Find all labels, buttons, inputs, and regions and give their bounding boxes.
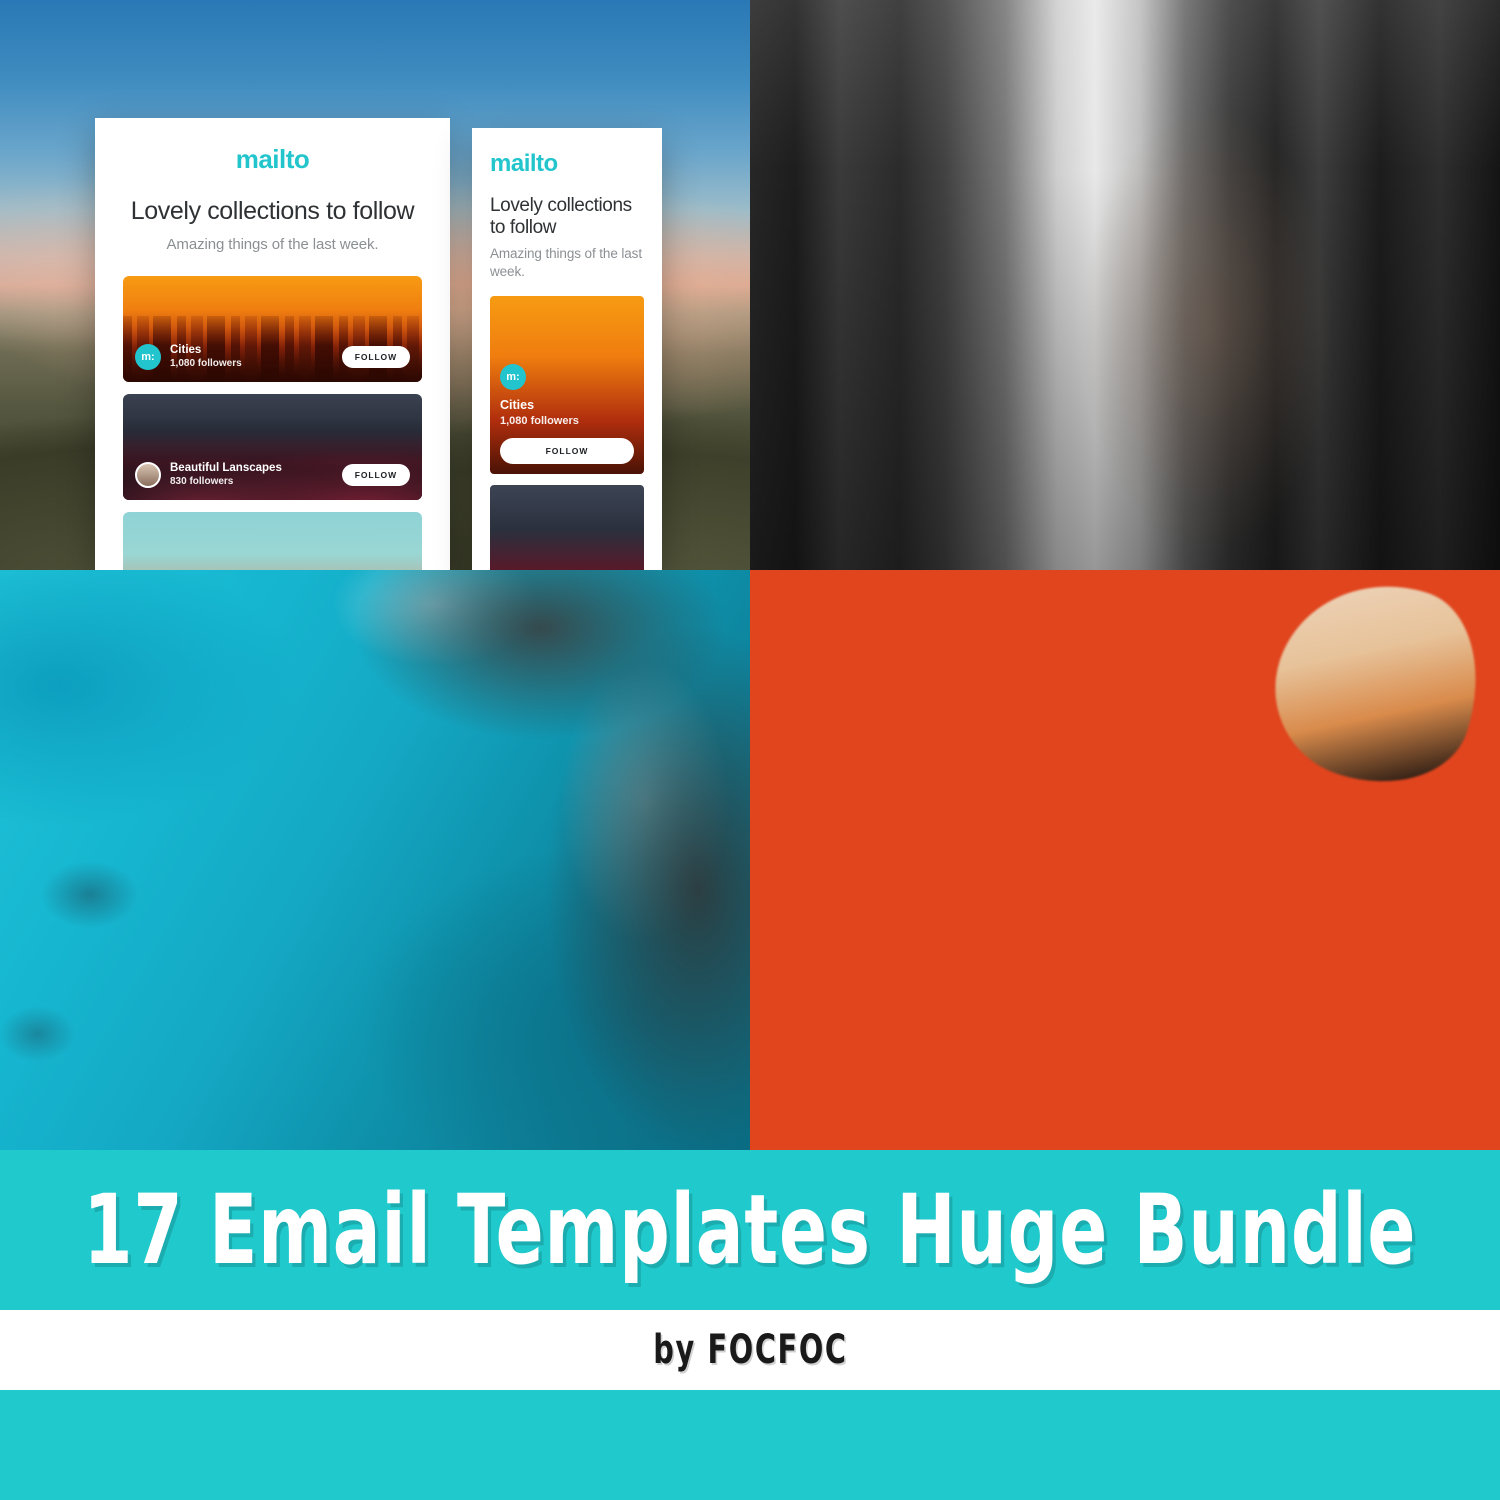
email-card-collections-desktop[interactable]: mailto Lovely collections to follow Amaz… [95,118,450,570]
quadrant-popular-posts: mailto FEB 20 — FEB 27 The most popular … [750,570,1500,1150]
follower-count: 830 followers [170,475,234,487]
collection-name: Cities [170,344,202,357]
list-item[interactable] [490,485,644,570]
banner-title: 17 Email Templates Huge Bundle [83,1174,1417,1286]
list-item[interactable]: m: Cities 1,080 followers FOLLOW [490,296,644,475]
collection-list: m: Cities 1,080 followers FOLLOW Beautif… [123,276,422,570]
follower-count: 1,080 followers [170,357,242,369]
avatar: m: [135,344,161,370]
mailto-logo: mailto [235,144,310,174]
follow-button[interactable]: FOLLOW [500,438,634,465]
quadrant-collections: mailto Lovely collections to follow Amaz… [0,0,750,570]
collection-name: Cities [500,398,535,413]
quadrant-best-practices: mailto Email marketing best practices to… [750,0,1500,570]
template-preview-grid: mailto Lovely collections to follow Amaz… [0,0,1500,1150]
page-subtitle: Amazing things of the last week. [490,246,642,279]
page-subtitle: Amazing things of the last week. [166,235,379,253]
poster: mailto Lovely collections to follow Amaz… [0,0,1500,1500]
collection-name: Beautiful Lanscapes [170,462,282,475]
list-item[interactable]: Beautiful Lanscapes 830 followers FOLLOW [123,394,422,500]
page-title: Lovely collections to follow [490,195,632,238]
urban-street-background [750,0,1500,570]
list-item[interactable] [123,512,422,570]
mailto-logo: mailto [490,150,558,177]
footer-bar [0,1390,1500,1500]
follow-button[interactable]: FOLLOW [341,346,410,368]
byline-bar: by FOCFOC [0,1310,1500,1390]
flamingo-beak-shape [1251,570,1500,808]
byline: by FOCFOC [652,1327,848,1373]
banner: 17 Email Templates Huge Bundle [0,1150,1500,1310]
page-title: Lovely collections to follow [130,197,415,225]
email-card-collections-mobile[interactable]: mailto Lovely collections to follow Amaz… [472,128,662,570]
avatar: m: [500,364,526,391]
avatar [135,462,161,488]
flamingo-background [750,570,1500,1150]
follower-count: 1,080 followers [500,415,579,428]
list-item[interactable]: m: Cities 1,080 followers FOLLOW [123,276,422,382]
turquoise-coastline-background [0,570,750,1150]
quadrant-shopping-cart: mailto Vladimir, your shopping cart miss… [0,570,750,1150]
follow-button[interactable]: FOLLOW [341,464,410,486]
